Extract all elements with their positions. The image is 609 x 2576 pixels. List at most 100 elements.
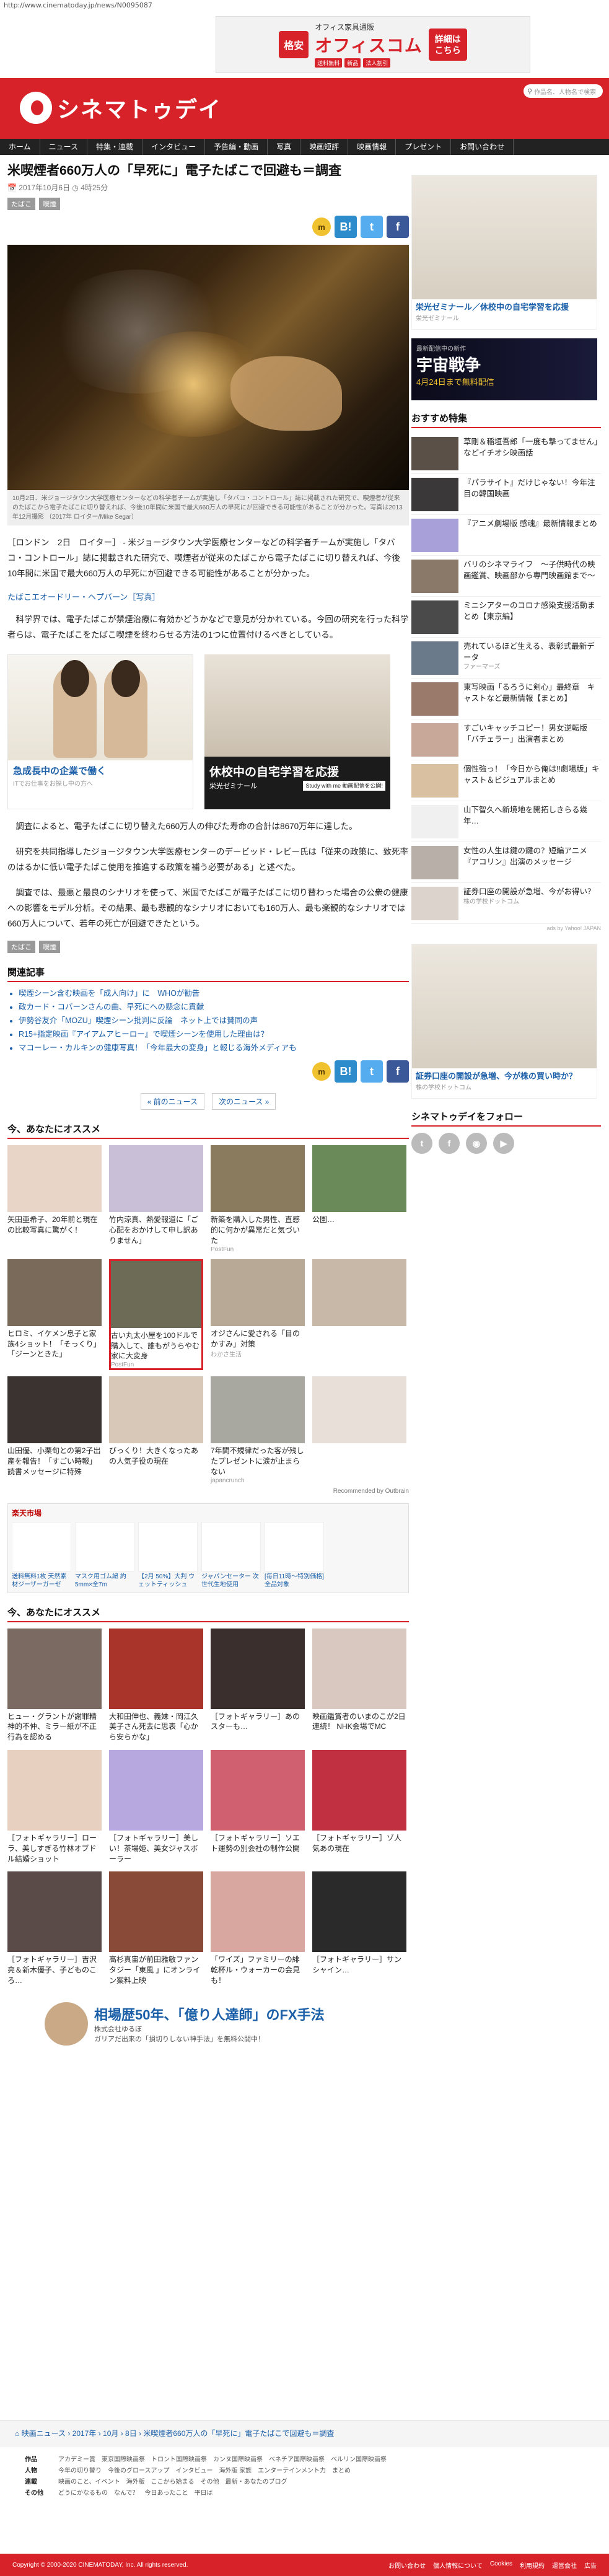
nav-item-reviews[interactable]: 映画短評 [300, 139, 349, 155]
related-article-link[interactable]: 政カード・コバーンさんの曲、早死にへの懸念に貢献 [19, 1001, 409, 1014]
tag-link[interactable]: たばこ [7, 198, 35, 211]
recommend-card[interactable]: ヒロミ、イケメン息子と家族4ショット！「そっくり」「ジーンときた」 [7, 1259, 102, 1370]
ad-cta-button[interactable]: 詳細は こちら [428, 28, 467, 61]
special-item[interactable]: 『パラサイト』だけじゃない！今年注目の韓国映画 [411, 474, 601, 515]
footer-link[interactable]: どうにかなるもの [58, 2488, 108, 2499]
inline-ad-right[interactable]: 休校中の自宅学習を応援 栄光ゼミナール Study with me 動画配信を公… [204, 654, 390, 810]
recommend-card[interactable]: ［フォトギャラリー］サンシャイン… [312, 1871, 406, 1985]
twitter-share-button[interactable]: t [361, 216, 383, 239]
recommend-card[interactable]: ［フォトギャラリー］ゾ人気あの現在 [312, 1749, 406, 1864]
recommend-card[interactable]: 7年間不規律だった客が残したプレゼントに涙が止まらない japancrunch [211, 1376, 305, 1484]
related-article-link[interactable]: 伊勢谷友介「MOZU」喫煙シーン批判に反論 ネット上では賛同の声 [19, 1014, 409, 1028]
rakuten-item[interactable]: ジャパンセーター 次世代生地使用 [201, 1521, 261, 1589]
inline-ad-left[interactable]: 急成長中の企業で働く ITでお仕事をお探し中の方へ [7, 654, 193, 810]
nav-item-contact[interactable]: お問い合わせ [451, 139, 514, 155]
recommend-card[interactable]: ［フォトギャラリー］美しい！茶場姫、美女ジャスボーラー [109, 1749, 203, 1864]
special-item[interactable]: 個性強っ！「今日から俺は!!劇場版」キャスト＆ビジュアルまとめ [411, 760, 601, 801]
recommend-card[interactable]: ［フォトギャラリー］ソエト運勢の別会社の制作公開 [211, 1749, 305, 1864]
rakuten-item[interactable]: [毎日11時〜特別価格] 全品対象 [265, 1521, 324, 1589]
footer-link[interactable]: 今日あったこと [145, 2488, 188, 2499]
top-banner-ad[interactable]: 格安 オフィス家具通販 オフィスコム 送料無料 新品 法人割引 詳細は こちら [216, 16, 530, 73]
tag-link[interactable]: 喫煙 [39, 198, 60, 211]
footer-bar-link[interactable]: 利用規約 [520, 2561, 545, 2570]
special-item[interactable]: バリのシネマライフ ～子供時代の映画鑑賞、映画部から専門映画館まで～ [411, 556, 601, 597]
facebook-share-button[interactable]: f [387, 216, 409, 239]
recommend-card[interactable]: 山田優、小栗旬との第2子出産を報告！「すごい時報」読書メッセージに特殊 [7, 1376, 102, 1484]
twitter-icon[interactable]: t [411, 1133, 432, 1154]
rakuten-item[interactable]: 送料無料1枚 天然素材ジーザーガーゼ [12, 1521, 71, 1589]
sidebar-movie-ad[interactable]: 最新配信中の新作 宇宙戦争 4月24日まで無料配信 [411, 338, 597, 400]
recommend-card[interactable]: 大和田伸也、義妹・岡江久美子さん死去に思表「心から安らかな」 [109, 1628, 203, 1743]
rakuten-item[interactable]: マスク用ゴム紐 約5mm×全7m [75, 1521, 134, 1589]
related-article-link[interactable]: R15+指定映画『アイアムアヒーロー』で喫煙シーンを使用した理由は？ [19, 1028, 409, 1042]
inline-related-link[interactable]: たばこエオードリー・ヘプバーン［写真］ [7, 591, 409, 602]
footer-link[interactable]: インタビュー [176, 2466, 213, 2477]
footer-link[interactable]: ここから始まる [151, 2477, 195, 2488]
special-item[interactable]: ミニシアターのコロナ感染支援活動まとめ【東京編】 [411, 597, 601, 638]
recommend-card[interactable] [312, 1376, 406, 1484]
related-article-link[interactable]: マコーレー・カルキンの健康写真！「今年最大の変身」と報じる海外メディアも [19, 1042, 409, 1055]
nav-item-home[interactable]: ホーム [0, 139, 40, 155]
sidebar-ad-1[interactable]: 栄光ゼミナール／休校中の自宅学習を応援 栄光ゼミナール [411, 175, 597, 330]
recommend-card[interactable]: 公園… [312, 1145, 406, 1252]
facebook-share-button[interactable]: f [387, 1060, 409, 1083]
recommend-card[interactable]: 高杉真宙が前田雅敏ファンタジー「東風 」にオンライン案料上映 [109, 1871, 203, 1985]
youtube-icon[interactable]: ▶ [493, 1133, 514, 1154]
mixi-share-button[interactable]: m [312, 1062, 331, 1081]
footer-link[interactable]: 映画のこと、イベント [58, 2477, 120, 2488]
footer-bar-link[interactable]: 運営会社 [552, 2561, 577, 2570]
tag-link[interactable]: たばこ [7, 941, 35, 953]
twitter-share-button[interactable]: t [361, 1060, 383, 1083]
nav-item-trailers[interactable]: 予告編・動画 [205, 139, 268, 155]
tag-link[interactable]: 喫煙 [39, 941, 60, 953]
footer-link[interactable]: 海外版 [126, 2477, 145, 2488]
footer-link[interactable]: トロント国際映画祭 [151, 2455, 207, 2466]
facebook-icon[interactable]: f [439, 1133, 460, 1154]
mixi-share-button[interactable]: m [312, 218, 331, 237]
footer-link[interactable]: アカデミー賞 [58, 2455, 95, 2466]
bottom-ad[interactable]: 相場歴50年、「億り人達師」のFX手法 株式会社ゆるぼ ガリアだ出来の「損切りし… [7, 1997, 409, 2051]
recommend-card[interactable] [312, 1259, 406, 1370]
nav-item-features[interactable]: 特集・連載 [87, 139, 143, 155]
recommend-card[interactable]: ［フォトギャラリー］吉沢亮＆新木優子、子どものころ… [7, 1871, 102, 1985]
special-item[interactable]: 証券口座の開設が急増、今がお得い？ 株の学校ドットコム [411, 883, 601, 924]
recommend-card[interactable]: ［フォトギャラリー］あのスターも… [211, 1628, 305, 1743]
hatena-share-button[interactable]: B! [335, 1060, 357, 1083]
special-item[interactable]: 女性の人生は鍵の鍵の？短編アニメ『アコリン』出演のメッセージ [411, 842, 601, 883]
special-item[interactable]: 東写映画「るろうに剣心」最終章 キャストなど最新情報【まとめ】 [411, 679, 601, 719]
related-article-link[interactable]: 喫煙シーン含む映画を「成人向け」に WHOが勧告 [19, 987, 409, 1001]
ad-cta[interactable]: Study with me 動画配信を公開! [303, 781, 385, 791]
recommend-card[interactable]: 映画鑑賞者のいまのこが2日連続！ NHK会場でMC [312, 1628, 406, 1743]
hatena-share-button[interactable]: B! [335, 216, 357, 239]
footer-link[interactable]: その他 [201, 2477, 219, 2488]
footer-link[interactable]: 東京国際映画祭 [102, 2455, 145, 2466]
special-item[interactable]: 山下智久へ新境地を開拓しきらる幾年… [411, 801, 601, 842]
recommend-card[interactable]: ［フォトギャラリー］ローラ、美しすぎる竹林オブドル結婚ショット [7, 1749, 102, 1864]
recommend-card[interactable]: びっくり！大きくなったあの人気子役の現在 [109, 1376, 203, 1484]
footer-bar-link[interactable]: お問い合わせ [388, 2561, 426, 2570]
instagram-icon[interactable]: ◉ [466, 1133, 487, 1154]
footer-link[interactable]: 最新・あなたのブログ [226, 2477, 287, 2488]
footer-link[interactable]: 平日は [195, 2488, 213, 2499]
prev-news-button[interactable]: « 前のニュース [140, 1093, 204, 1110]
outbrain-credit[interactable]: Recommended by Outbrain [7, 1488, 409, 1495]
search-input[interactable]: ⚲ 作品名、人物名で検索 [524, 84, 603, 98]
special-item[interactable]: 草剛＆稲垣吾郎「一度も撃ってません」などイチオシ映画話 [411, 433, 601, 474]
recommend-card-highlighted[interactable]: 古い丸太小屋を100ドルで購入して、誰もがうらやむ家に大変身 PostFun [109, 1259, 203, 1371]
special-item[interactable]: すごいキャッチコピー！男女逆転版「バチェラー」出演者まとめ [411, 719, 601, 760]
footer-bar-link[interactable]: 広告 [584, 2561, 597, 2570]
next-news-button[interactable]: 次のニュース » [212, 1093, 276, 1110]
nav-item-photos[interactable]: 写真 [268, 139, 301, 155]
footer-link[interactable]: 海外版 家族 [219, 2466, 252, 2477]
sidebar-ad-2[interactable]: 証券口座の開設が急増、今が株の買い時か？ 株の学校ドットコム [411, 944, 597, 1099]
footer-link[interactable]: ベルリン国際映画祭 [331, 2455, 387, 2466]
nav-item-news[interactable]: ニュース [40, 139, 88, 155]
recommend-card[interactable]: 矢田亜希子、20年前と現在の比較写真に驚がく！ [7, 1145, 102, 1252]
footer-link[interactable]: まとめ [332, 2466, 351, 2477]
footer-link[interactable]: 今年の切り替り [58, 2466, 102, 2477]
nav-item-interview[interactable]: インタビュー [142, 139, 206, 155]
home-icon[interactable]: ⌂ [15, 2429, 19, 2438]
site-logo[interactable]: シネマトゥデイ [20, 92, 222, 124]
recommend-card[interactable]: 竹内涼真、熱愛報道に「ご心配をおかけして申し訳ありません」 [109, 1145, 203, 1252]
breadcrumb-text[interactable]: 映画ニュース › 2017年 › 10月 › 8日 › 米喫煙者660万人の「早… [22, 2429, 335, 2438]
